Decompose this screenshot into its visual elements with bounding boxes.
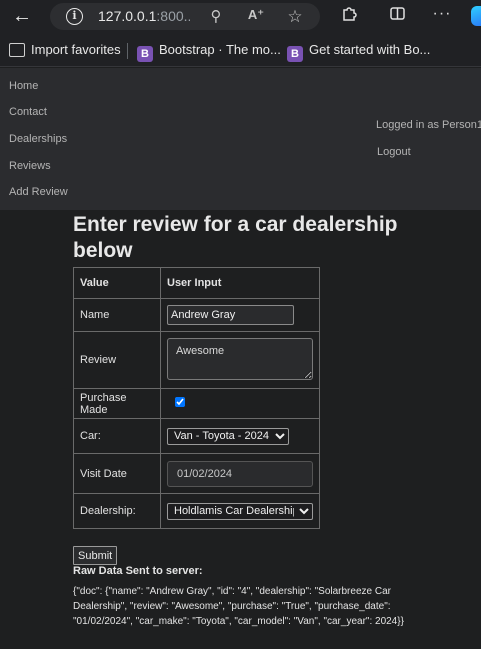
bookmark-bootstrap[interactable]: B Bootstrap · The mo... [137,42,281,62]
address-bar[interactable]: i 127.0.0.1:800... ⚲ A⁺ ☆ [50,3,320,30]
nav-add-review-link[interactable]: Add Review [9,186,68,198]
dealership-label: Dealership: [73,493,161,529]
nav-dealerships-link[interactable]: Dealerships [9,133,67,145]
bookmark-import-favorites[interactable]: Import favorites [9,42,121,60]
column-header-user-input: User Input [160,267,320,299]
review-form-table: Value User Input Name Review Awesome Pur… [73,267,320,529]
bookmark-divider [127,43,128,59]
url-rest: :800... [156,8,190,24]
bookmark-label: Bootstrap · The mo... [159,42,281,57]
import-favorites-icon [9,43,25,57]
back-arrow-icon[interactable]: ← [10,5,34,29]
favorites-bar: Import favorites B Bootstrap · The mo... … [0,34,481,67]
extensions-icon[interactable] [337,5,361,27]
purchase-checkbox[interactable] [175,397,185,407]
dealership-select[interactable]: Holdlamis Car Dealership [167,502,313,520]
review-textarea[interactable]: Awesome [167,337,313,380]
nav-contact-link[interactable]: Contact [9,106,47,118]
purchase-label: Purchase Made [73,388,161,419]
bootstrap-logo-icon: B [287,46,303,62]
bookmark-label: Get started with Bo... [309,42,431,57]
name-label: Name [73,298,161,332]
split-screen-icon[interactable] [385,5,409,27]
review-label: Review [73,331,161,389]
name-input[interactable] [167,305,294,325]
more-menu-icon[interactable]: ··· [430,5,454,23]
page-title: Enter review for a car dealership below [73,213,398,262]
app-navbar: Home Contact Dealerships Reviews Add Rev… [0,68,481,210]
read-aloud-icon[interactable]: A⁺ [246,7,266,23]
url-text[interactable]: 127.0.0.1:800... [98,8,190,24]
raw-data-heading: Raw Data Sent to server: [73,565,203,577]
favorite-star-icon[interactable]: ☆ [285,7,305,27]
nav-reviews-link[interactable]: Reviews [9,160,51,172]
site-info-icon[interactable]: i [66,8,83,25]
column-header-value: Value [73,267,161,299]
bootstrap-logo-icon: B [137,46,153,62]
browser-toolbar: ← i 127.0.0.1:800... ⚲ A⁺ ☆ ··· [0,0,481,34]
logged-in-user-text: Logged in as Person1 [376,119,481,131]
car-label: Car: [73,418,161,454]
raw-data-text: {"doc": {"name": "Andrew Gray", "id": "4… [73,586,404,627]
url-host: 127.0.0.1 [98,8,157,24]
submit-button[interactable]: Submit [73,546,118,565]
zoom-icon[interactable]: ⚲ [206,7,226,25]
visit-date-input[interactable] [167,460,313,487]
nav-home-link[interactable]: Home [9,80,38,92]
copilot-icon[interactable] [471,6,481,26]
bookmark-get-started[interactable]: B Get started with Bo... [287,42,431,62]
visit-date-label: Visit Date [73,453,161,494]
logout-link[interactable]: Logout [377,146,411,158]
car-select[interactable]: Van - Toyota - 2024 [167,427,289,445]
bookmark-label: Import favorites [31,42,121,57]
